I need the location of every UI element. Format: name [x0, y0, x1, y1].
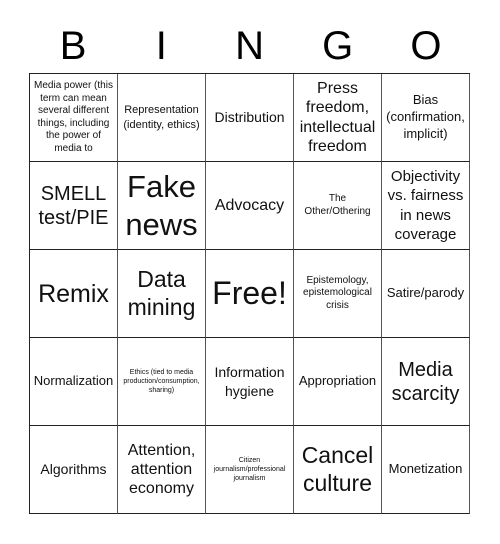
- bingo-cell[interactable]: Press freedom, intellectual freedom: [294, 74, 382, 162]
- cell-label: Objectivity vs. fairness in news coverag…: [387, 167, 464, 244]
- bingo-cell[interactable]: Representation (identity, ethics): [118, 74, 206, 162]
- cell-label: Appropriation: [298, 373, 377, 389]
- header-letter-o: O: [410, 24, 442, 68]
- bingo-cell[interactable]: Media scarcity: [382, 338, 470, 426]
- cell-label: Normalization: [33, 373, 114, 389]
- free-space-cell[interactable]: Free!: [206, 250, 294, 338]
- header-letter-b: B: [59, 24, 87, 68]
- cell-label: Epistemology, epistemological crisis: [303, 274, 372, 311]
- bingo-cell[interactable]: Information hygiene: [206, 338, 294, 426]
- cell-label: Press freedom, intellectual freedom: [299, 80, 376, 155]
- cell-label: Attention, attention economy: [127, 441, 196, 498]
- bingo-cell[interactable]: The Other/Othering: [294, 162, 382, 250]
- cell-label: Media scarcity: [391, 358, 460, 405]
- header-letter-g: G: [322, 24, 354, 68]
- cell-label: Data mining: [127, 265, 196, 320]
- cell-label: Satire/parody: [386, 285, 465, 301]
- bingo-cell[interactable]: Bias (confirmation, implicit): [382, 74, 470, 162]
- cell-label: Citizen journalism/professional journali…: [213, 456, 286, 483]
- bingo-cell[interactable]: Algorithms: [30, 426, 118, 514]
- cell-label: Cancel culture: [301, 441, 374, 496]
- bingo-cell[interactable]: Media power (this term can mean several …: [30, 74, 118, 162]
- header-letter-n: N: [235, 24, 264, 68]
- bingo-cell[interactable]: Ethics (tied to media production/consump…: [118, 338, 206, 426]
- cell-label: Advocacy: [214, 196, 285, 214]
- cell-label: Representation (identity, ethics): [123, 104, 200, 131]
- bingo-cell[interactable]: Satire/parody: [382, 250, 470, 338]
- bingo-cell[interactable]: Objectivity vs. fairness in news coverag…: [382, 162, 470, 250]
- cell-label: Ethics (tied to media production/consump…: [123, 368, 200, 395]
- cell-label: SMELL test/PIE: [38, 182, 109, 229]
- cell-label: Monetization: [388, 461, 463, 477]
- cell-label: Algorithms: [40, 461, 107, 478]
- bingo-cell[interactable]: Epistemology, epistemological crisis: [294, 250, 382, 338]
- header-letter-i: I: [155, 24, 167, 68]
- bingo-cell[interactable]: Normalization: [30, 338, 118, 426]
- cell-label: Media power (this term can mean several …: [34, 80, 113, 154]
- cell-label: Bias (confirmation, implicit): [386, 92, 465, 141]
- bingo-cell[interactable]: Citizen journalism/professional journali…: [206, 426, 294, 514]
- bingo-cell[interactable]: Appropriation: [294, 338, 382, 426]
- bingo-cell[interactable]: SMELL test/PIE: [30, 162, 118, 250]
- free-space-label: Free!: [212, 274, 287, 311]
- bingo-cell[interactable]: Fake news: [118, 162, 206, 250]
- bingo-cell[interactable]: Attention, attention economy: [118, 426, 206, 514]
- bingo-card-grid: Media power (this term can mean several …: [29, 73, 470, 514]
- bingo-cell[interactable]: Cancel culture: [294, 426, 382, 514]
- cell-label: Distribution: [214, 109, 285, 126]
- bingo-header: B I N G O: [29, 20, 470, 73]
- cell-label: Fake news: [125, 169, 198, 242]
- bingo-cell[interactable]: Advocacy: [206, 162, 294, 250]
- cell-label: The Other/Othering: [304, 193, 371, 217]
- bingo-cell[interactable]: Data mining: [118, 250, 206, 338]
- cell-label: Remix: [38, 279, 109, 308]
- bingo-cell[interactable]: Monetization: [382, 426, 470, 514]
- bingo-cell[interactable]: Remix: [30, 250, 118, 338]
- cell-label: Information hygiene: [214, 364, 285, 399]
- bingo-cell[interactable]: Distribution: [206, 74, 294, 162]
